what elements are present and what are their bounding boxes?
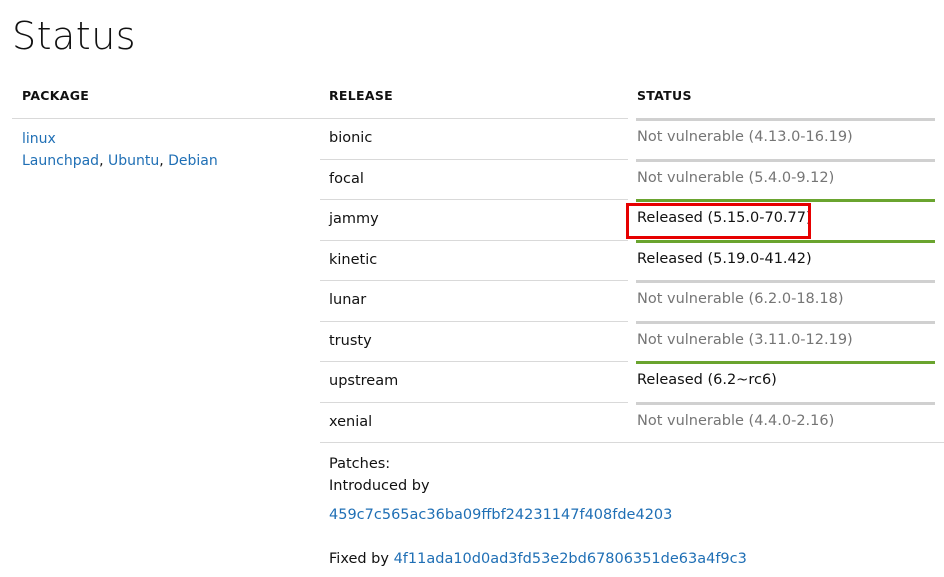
table-row: lunar Not vulnerable (6.2.0-18.18) [320,280,944,321]
status-cell: Not vulnerable (4.4.0-2.16) [636,401,935,443]
status-cell: Released (5.19.0-41.42) [636,239,935,281]
patches-heading: Patches: [329,456,391,472]
link-separator: , [159,153,164,169]
release-name: kinetic [329,251,378,268]
status-text: Not vulnerable (6.2.0-18.18) [637,291,844,307]
status-text: Not vulnerable (3.11.0-12.19) [637,331,853,348]
table-row: jammy Released (5.15.0-70.77) [320,199,944,240]
release-cell: lunar [320,280,628,321]
package-link-linux[interactable]: linux [22,131,56,147]
link-separator: , [99,153,104,169]
table-row: xenial Not vulnerable (4.4.0-2.16) [320,401,944,443]
release-name: bionic [329,130,373,146]
release-cell: bionic [320,118,628,159]
link-ubuntu[interactable]: Ubuntu [108,153,159,169]
page-title: Status [12,14,137,58]
status-cell: Not vulnerable (6.2.0-18.18) [636,280,935,321]
header-divider [12,118,320,119]
release-name: focal [329,170,364,187]
table-row: upstream Released (6.2~rc6) [320,361,944,402]
fixed-by-label: Fixed by [329,551,389,567]
release-cell: focal [320,158,628,200]
introduced-by-label: Introduced by [329,478,430,494]
table-row: kinetic Released (5.19.0-41.42) [320,239,944,281]
status-cell: Not vulnerable (3.11.0-12.19) [636,320,935,362]
highlight-box [626,203,811,239]
link-debian[interactable]: Debian [168,153,218,169]
status-cell: Released (6.2~rc6) [636,361,935,402]
status-text: Released (5.19.0-41.42) [637,250,812,267]
status-cell: Released (5.15.0-70.77) [626,199,935,240]
release-cell: jammy [320,199,628,240]
package-cell: linux Launchpad, Ubuntu, Debian [22,128,218,172]
release-name: jammy [329,211,379,227]
status-text: Not vulnerable (4.4.0-2.16) [637,412,835,429]
status-text: Not vulnerable (5.4.0-9.12) [637,169,835,186]
release-cell: trusty [320,320,628,362]
table-row: trusty Not vulnerable (3.11.0-12.19) [320,320,944,362]
table-row: bionic Not vulnerable (4.13.0-16.19) [320,118,944,159]
header-release: RELEASE [329,88,393,103]
status-text: Not vulnerable (4.13.0-16.19) [637,129,853,145]
status-cell: Not vulnerable (4.13.0-16.19) [636,118,935,159]
introduced-commit-link[interactable]: 459c7c565ac36ba09ffbf24231147f408fde4203 [329,507,672,523]
rows-divider [320,442,944,443]
release-status-rows: bionic Not vulnerable (4.13.0-16.19) foc… [320,118,944,442]
release-cell: kinetic [320,239,628,281]
release-cell: xenial [320,401,628,443]
table-row: focal Not vulnerable (5.4.0-9.12) [320,158,944,200]
status-text: Released (6.2~rc6) [637,372,777,388]
status-cell: Not vulnerable (5.4.0-9.12) [636,158,935,200]
link-launchpad[interactable]: Launchpad [22,153,99,169]
fixed-commit-link[interactable]: 4f11ada10d0ad3fd53e2bd67806351de63a4f9c3 [394,551,747,567]
header-status: STATUS [637,88,692,103]
release-name: upstream [329,373,399,389]
release-name: xenial [329,413,373,430]
header-package: PACKAGE [22,88,90,103]
release-cell: upstream [320,361,628,402]
release-name: lunar [329,292,367,308]
release-name: trusty [329,332,372,349]
fixed-by-line: Fixed by 4f11ada10d0ad3fd53e2bd67806351d… [329,551,747,567]
patches-section: Patches: Introduced by [329,453,430,497]
